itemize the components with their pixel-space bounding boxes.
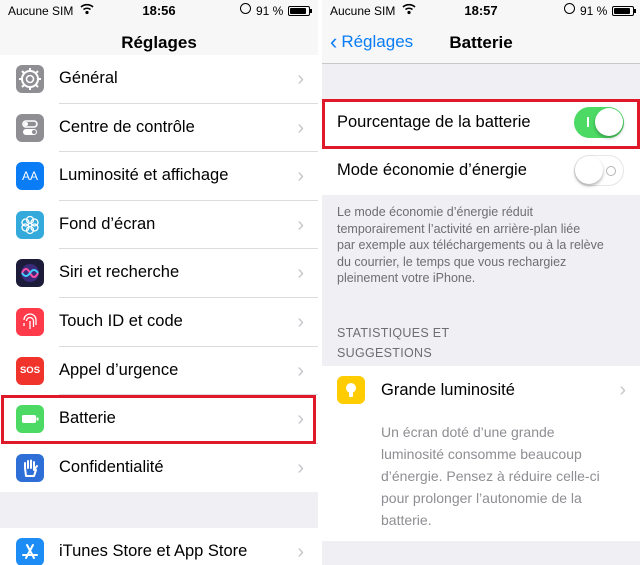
battery-status-icon [288, 6, 312, 16]
chevron-right-icon: › [297, 456, 304, 479]
battery-icon [16, 405, 44, 434]
toggles-icon [16, 113, 44, 142]
status-bar: Aucune SIM 18:57 91 % [322, 0, 640, 22]
settings-row-display[interactable]: AA Luminosité et affichage › [0, 152, 318, 201]
low-power-row: Mode économie d’énergie [322, 147, 640, 195]
orientation-lock-icon [240, 3, 251, 14]
chevron-right-icon: › [297, 165, 304, 188]
chevron-right-icon: › [297, 310, 304, 333]
settings-row-label: Siri et recherche [59, 263, 180, 282]
suggestion-row[interactable]: Grande luminosité › [322, 366, 640, 414]
settings-row-app-store[interactable]: iTunes Store et App Store › [0, 528, 318, 565]
settings-row-label: Batterie [59, 409, 116, 428]
settings-row-wallpaper[interactable]: Fond d’écran › [0, 201, 318, 250]
text-size-icon: AA [16, 162, 44, 191]
navigation-bar: ‹ Réglages Batterie [322, 22, 640, 64]
battery-status-icon [612, 6, 636, 16]
low-power-toggle[interactable] [574, 155, 624, 186]
chevron-right-icon: › [297, 262, 304, 285]
chevron-right-icon: › [297, 541, 304, 563]
fingerprint-icon [16, 307, 44, 336]
battery-percentage-toggle[interactable] [574, 107, 624, 138]
suggestion-title: Grande luminosité [381, 381, 515, 399]
settings-row-siri[interactable]: Siri et recherche › [0, 249, 318, 298]
page-title: Réglages [121, 33, 197, 52]
chevron-right-icon: › [297, 408, 304, 431]
chevron-right-icon: › [297, 116, 304, 139]
hand-icon [16, 453, 44, 482]
settings-row-label: iTunes Store et App Store [59, 542, 248, 560]
page-title: Batterie [449, 33, 513, 52]
settings-row-label: Touch ID et code [59, 311, 183, 330]
settings-row-label: Fond d’écran [59, 214, 156, 233]
chevron-right-icon: › [619, 379, 626, 401]
low-power-description: Le mode économie d’énergie réduit tempor… [337, 205, 604, 285]
suggestion-group: Grande luminosité › Un écran doté d’une … [322, 366, 640, 541]
sos-icon: SOS [16, 356, 44, 385]
battery-percentage-label: Pourcentage de la batterie [337, 113, 531, 131]
settings-row-control-center[interactable]: Centre de contrôle › [0, 104, 318, 153]
gear-icon [16, 65, 44, 93]
battery-settings-group: Pourcentage de la batterie Mode économie… [322, 99, 640, 195]
settings-row-label: Luminosité et affichage [59, 166, 229, 185]
lightbulb-icon [337, 376, 365, 404]
siri-icon [16, 259, 44, 288]
battery-screen: Aucune SIM 18:57 91 % ‹ Réglages Batterie… [322, 0, 640, 565]
battery-percentage-text: 91 % [580, 4, 608, 18]
battery-percentage-text: 91 % [256, 4, 284, 18]
settings-row-battery[interactable]: Batterie › [0, 395, 318, 444]
settings-row-general[interactable]: Général › [0, 55, 318, 104]
settings-list: Général › Centre de contrôle › AA Lumino… [0, 55, 318, 493]
chevron-right-icon: › [297, 359, 304, 382]
settings-row-privacy[interactable]: Confidentialité › [0, 444, 318, 493]
settings-row-touch-id[interactable]: Touch ID et code › [0, 298, 318, 347]
chevron-right-icon: › [297, 68, 304, 90]
battery-percentage-row: Pourcentage de la batterie [322, 99, 640, 147]
settings-row-emergency-sos[interactable]: SOS Appel d’urgence › [0, 347, 318, 396]
settings-row-label: Général [59, 69, 118, 87]
status-bar: Aucune SIM 18:56 91 % [0, 0, 318, 22]
suggestion-description: Un écran doté d’une grande luminosité co… [381, 424, 600, 528]
orientation-lock-icon [564, 3, 575, 14]
settings-row-label: Appel d’urgence [59, 360, 179, 379]
settings-row-label: Confidentialité [59, 457, 164, 476]
settings-row-label: Centre de contrôle [59, 117, 195, 136]
section-header: STATISTIQUES ET SUGGESTIONS [337, 326, 450, 360]
flower-icon [16, 210, 44, 239]
low-power-label: Mode économie d’énergie [337, 161, 527, 179]
chevron-right-icon: › [297, 213, 304, 236]
app-store-icon [16, 538, 44, 565]
settings-screen: Aucune SIM 18:56 91 % Réglages Général › [0, 0, 318, 565]
settings-list-store: iTunes Store et App Store › [0, 528, 318, 565]
